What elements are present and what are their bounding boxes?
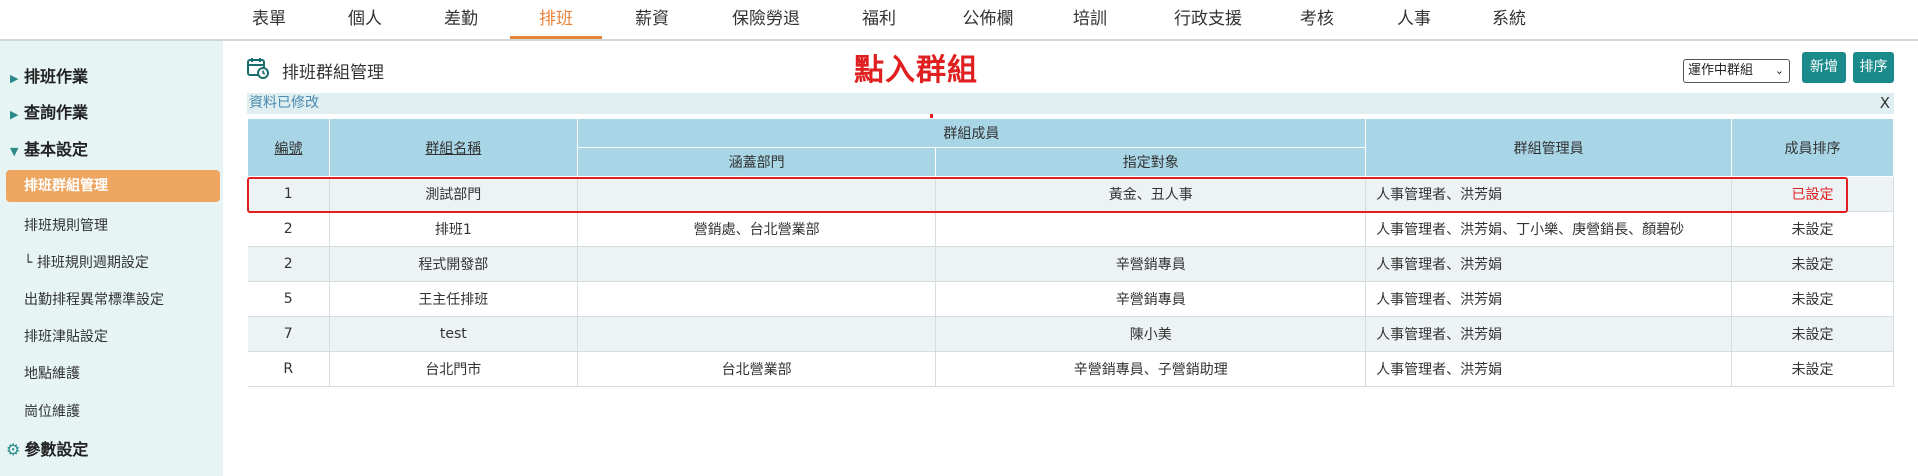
sidebar-item-schedule-rules[interactable]: 排班規則管理 xyxy=(24,215,247,235)
sidebar-cat-label: 排班作業 xyxy=(24,67,89,86)
cell-name[interactable]: 台北門市 xyxy=(329,351,578,387)
group-status-select[interactable]: 運作中群組 ⌄ xyxy=(1683,59,1790,83)
cell-id: 7 xyxy=(247,316,330,352)
cell-dept xyxy=(577,316,937,352)
nav-tab-attendance[interactable]: 差勤 xyxy=(436,0,486,39)
cell-dept: 營銷處、台北營業部 xyxy=(577,211,937,247)
cell-admin: 人事管理者、洪芳娟 xyxy=(1365,246,1733,282)
cell-target: 陳小美 xyxy=(935,316,1367,352)
sidebar-cat-label: 基本設定 xyxy=(24,140,89,159)
cell-target: 辛營銷專員 xyxy=(935,281,1367,317)
col-header-admin: 群組管理員 xyxy=(1365,118,1733,177)
sidebar-cat-basic-settings[interactable]: ▼ 基本設定 xyxy=(10,136,233,160)
gear-icon: ⚙ xyxy=(6,440,21,459)
table-row[interactable]: 5 王主任排班 辛營銷專員 人事管理者、洪芳娟 未設定 xyxy=(247,281,1894,317)
col-header-order: 成員排序 xyxy=(1731,118,1894,177)
calendar-schedule-icon xyxy=(247,58,269,79)
col-header-members: 群組成員 xyxy=(576,118,1367,148)
col-header-id[interactable]: 編號 xyxy=(247,118,330,177)
nav-tab-personal[interactable]: 個人 xyxy=(340,0,390,39)
modified-notice: 資料已修改 X xyxy=(247,93,1894,114)
group-table: 編號 群組名稱 群組成員 群組管理員 成員排序 涵蓋部門 指定對象 1 測試部門… xyxy=(247,118,1894,387)
cell-name[interactable]: 程式開發部 xyxy=(329,246,578,282)
nav-tab-hr[interactable]: 人事 xyxy=(1390,0,1438,39)
cell-order-status[interactable]: 未設定 xyxy=(1731,246,1894,282)
cell-name[interactable]: 排班1 xyxy=(329,211,578,247)
sidebar-cat-label: 查詢作業 xyxy=(24,103,89,122)
cell-id: 2 xyxy=(247,246,330,282)
sidebar-item-allowance[interactable]: 排班津貼設定 xyxy=(24,326,247,346)
cell-name[interactable]: 王主任排班 xyxy=(329,281,578,317)
table-row[interactable]: 1 測試部門 黃金、丑人事 人事管理者、洪芳娟 已設定 xyxy=(247,176,1894,212)
caret-right-icon: ▶ xyxy=(10,72,19,85)
col-header-target: 指定對象 xyxy=(935,147,1367,177)
cell-admin: 人事管理者、洪芳娟 xyxy=(1365,351,1733,387)
nav-tab-appraisal[interactable]: 考核 xyxy=(1294,0,1340,39)
table-row[interactable]: 2 程式開發部 辛營銷專員 人事管理者、洪芳娟 未設定 xyxy=(247,246,1894,282)
nav-tab-forms[interactable]: 表單 xyxy=(248,0,290,39)
cell-admin: 人事管理者、洪芳娟、丁小樂、庚營銷長、顏碧砂 xyxy=(1365,211,1733,247)
sidebar-cat-parameters[interactable]: ⚙ 參數設定 xyxy=(6,436,229,460)
nav-tab-welfare[interactable]: 福利 xyxy=(856,0,902,39)
chevron-down-icon: ⌄ xyxy=(1774,64,1784,77)
cell-order-status[interactable]: 未設定 xyxy=(1731,351,1894,387)
table-row[interactable]: 2 排班1 營銷處、台北營業部 人事管理者、洪芳娟、丁小樂、庚營銷長、顏碧砂 未… xyxy=(247,211,1894,247)
caret-down-icon: ▼ xyxy=(10,145,19,158)
cell-id: R xyxy=(247,351,330,387)
sort-groups-button[interactable]: 排序 xyxy=(1853,52,1894,83)
nav-tab-bulletin[interactable]: 公佈欄 xyxy=(952,0,1024,39)
sidebar-item-post[interactable]: 崗位維護 xyxy=(24,401,247,421)
cell-name[interactable]: test xyxy=(329,316,578,352)
cell-target: 黃金、丑人事 xyxy=(935,176,1367,212)
cell-order-status[interactable]: 未設定 xyxy=(1731,316,1894,352)
annotation-label: 點入群組 xyxy=(854,53,978,88)
cell-id: 1 xyxy=(247,176,330,212)
cell-admin: 人事管理者、洪芳娟 xyxy=(1365,316,1733,352)
cell-order-status[interactable]: 未設定 xyxy=(1731,211,1894,247)
page-title: 排班群組管理 xyxy=(282,63,384,83)
cell-dept xyxy=(577,176,937,212)
modified-notice-text: 資料已修改 xyxy=(249,95,319,111)
sidebar-item-anomaly-standard[interactable]: 出勤排程異常標準設定 xyxy=(24,289,247,309)
cell-admin: 人事管理者、洪芳娟 xyxy=(1365,176,1733,212)
cell-name[interactable]: 測試部門 xyxy=(329,176,578,212)
cell-order-status[interactable]: 未設定 xyxy=(1731,281,1894,317)
cell-order-status[interactable]: 已設定 xyxy=(1731,176,1894,212)
sidebar-item-schedule-group-mgmt[interactable]: 排班群組管理 xyxy=(6,170,220,202)
col-header-name[interactable]: 群組名稱 xyxy=(328,118,578,177)
cell-target: 辛營銷專員、子營銷助理 xyxy=(935,351,1367,387)
nav-tab-training[interactable]: 培訓 xyxy=(1066,0,1114,39)
cell-target xyxy=(935,211,1367,247)
cell-dept xyxy=(577,281,937,317)
table-row[interactable]: 7 test 陳小美 人事管理者、洪芳娟 未設定 xyxy=(247,316,1894,352)
cell-id: 5 xyxy=(247,281,330,317)
sidebar-item-location[interactable]: 地點維護 xyxy=(24,363,247,383)
add-group-button[interactable]: 新增 xyxy=(1802,52,1846,83)
caret-right-icon: ▶ xyxy=(10,108,19,121)
nav-tab-admin-support[interactable]: 行政支援 xyxy=(1164,0,1252,39)
top-nav: 表單 個人 差勤 排班 薪資 保險勞退 福利 公佈欄 培訓 行政支援 考核 人事… xyxy=(0,0,1918,41)
cell-dept xyxy=(577,246,937,282)
table-row[interactable]: R 台北門市 台北營業部 辛營銷專員、子營銷助理 人事管理者、洪芳娟 未設定 xyxy=(247,351,1894,387)
group-status-value: 運作中群組 xyxy=(1688,63,1754,78)
cell-target: 辛營銷專員 xyxy=(935,246,1367,282)
cell-id: 2 xyxy=(247,211,330,247)
nav-tab-insurance[interactable]: 保險勞退 xyxy=(722,0,810,39)
close-notice-icon[interactable]: X xyxy=(1880,93,1890,114)
sidebar: ▶ 排班作業 ▶ 查詢作業 ▼ 基本設定 排班群組管理 排班規則管理 └ 排班規則週期… xyxy=(0,41,223,476)
sidebar-cat-query-ops[interactable]: ▶ 查詢作業 xyxy=(10,99,233,123)
col-header-dept: 涵蓋部門 xyxy=(576,147,937,177)
nav-tab-system[interactable]: 系統 xyxy=(1486,0,1532,39)
sidebar-item-rule-cycle[interactable]: └ 排班規則週期設定 xyxy=(24,252,247,272)
sidebar-cat-label: 參數設定 xyxy=(24,440,89,459)
nav-tab-payroll[interactable]: 薪資 xyxy=(624,0,680,39)
sidebar-cat-scheduling-ops[interactable]: ▶ 排班作業 xyxy=(10,63,233,87)
cell-admin: 人事管理者、洪芳娟 xyxy=(1365,281,1733,317)
nav-tab-scheduling[interactable]: 排班 xyxy=(510,0,602,39)
cell-dept: 台北營業部 xyxy=(577,351,937,387)
